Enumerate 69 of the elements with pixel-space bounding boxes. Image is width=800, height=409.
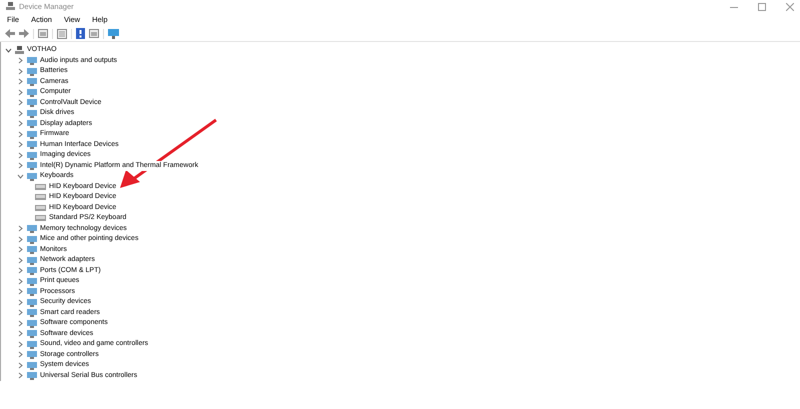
expand-chevron-icon[interactable]	[17, 99, 24, 106]
expand-chevron-icon[interactable]	[17, 130, 24, 138]
expand-chevron-icon[interactable]	[17, 236, 24, 243]
expand-chevron-icon[interactable]	[17, 298, 24, 306]
expand-chevron-icon[interactable]	[17, 288, 24, 296]
device-icon	[27, 140, 37, 150]
computer-icon	[6, 2, 15, 11]
expand-chevron-icon[interactable]	[17, 225, 24, 232]
expand-chevron-icon[interactable]	[17, 88, 24, 96]
device-icon	[27, 329, 37, 338]
close-icon[interactable]	[786, 2, 794, 10]
device-icon	[27, 108, 37, 118]
device-icon	[27, 224, 37, 234]
list-icon[interactable]	[57, 28, 67, 38]
expand-chevron-icon[interactable]	[17, 278, 24, 285]
expand-chevron-icon[interactable]	[17, 57, 24, 64]
device-icon	[27, 245, 37, 254]
keyboard-icon	[35, 194, 46, 200]
expand-chevron-icon[interactable]	[17, 309, 24, 316]
properties-icon[interactable]	[89, 29, 99, 38]
expand-chevron-icon[interactable]	[17, 340, 24, 348]
device-icon	[27, 308, 37, 318]
device-icon	[27, 371, 37, 380]
device-icon	[27, 318, 37, 328]
forward-icon[interactable]	[19, 29, 29, 38]
device-icon	[27, 340, 37, 349]
expand-chevron-icon[interactable]	[5, 46, 12, 54]
device-icon	[27, 276, 37, 286]
device-icon	[27, 298, 37, 307]
expand-chevron-icon[interactable]	[17, 162, 24, 170]
device-icon	[27, 256, 37, 265]
maximize-icon[interactable]	[758, 2, 766, 10]
device-icon	[27, 150, 37, 160]
device-icon	[27, 66, 37, 76]
device-icon	[27, 119, 37, 128]
keyboard-icon	[35, 215, 46, 222]
device-icon	[27, 88, 37, 97]
expand-chevron-icon[interactable]	[17, 68, 24, 75]
device-icon	[27, 234, 37, 244]
expand-chevron-icon[interactable]	[17, 372, 24, 380]
monitor-icon[interactable]	[108, 28, 119, 38]
device-icon	[27, 266, 37, 276]
computer-icon	[15, 46, 24, 55]
expand-chevron-icon[interactable]	[17, 330, 24, 338]
expand-chevron-icon[interactable]	[17, 320, 24, 327]
expand-chevron-icon[interactable]	[17, 246, 24, 254]
keyboard-icon	[35, 204, 46, 211]
expand-chevron-icon[interactable]	[17, 172, 24, 180]
expand-chevron-icon[interactable]	[17, 256, 24, 264]
device-icon	[27, 130, 37, 139]
expand-chevron-icon[interactable]	[17, 78, 24, 86]
device-icon	[27, 56, 37, 66]
expand-chevron-icon[interactable]	[17, 110, 24, 117]
expand-chevron-icon[interactable]	[17, 362, 24, 369]
device-icon	[27, 287, 37, 296]
expand-chevron-icon[interactable]	[17, 141, 24, 148]
properties-icon[interactable]	[38, 29, 48, 38]
expand-chevron-icon[interactable]	[17, 267, 24, 274]
back-icon[interactable]	[5, 29, 15, 38]
expand-chevron-icon[interactable]	[17, 152, 24, 159]
device-icon	[27, 360, 37, 370]
device-icon	[27, 77, 37, 86]
device-icon	[27, 161, 37, 170]
device-icon	[27, 98, 37, 108]
device-icon	[27, 172, 37, 181]
keyboard-icon	[35, 184, 46, 190]
expand-chevron-icon[interactable]	[17, 120, 24, 128]
expand-chevron-icon[interactable]	[17, 351, 24, 358]
device-icon	[27, 350, 37, 360]
